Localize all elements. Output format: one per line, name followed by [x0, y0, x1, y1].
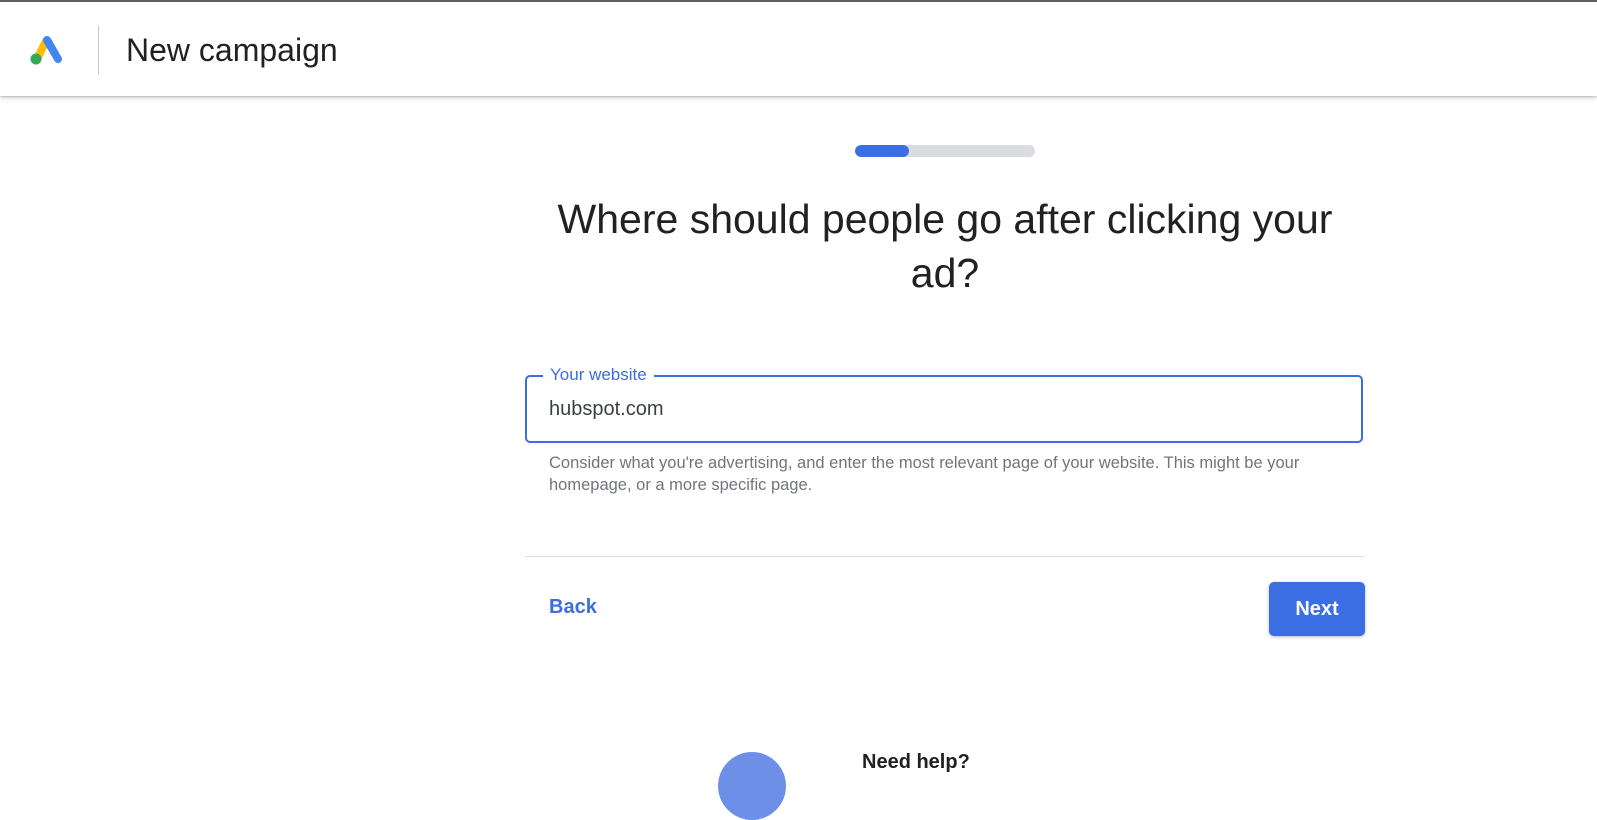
need-help-label[interactable]: Need help?	[862, 748, 970, 776]
back-button[interactable]: Back	[549, 593, 597, 621]
step-question: Where should people go after clicking yo…	[557, 196, 1333, 296]
app-header: New campaign	[0, 2, 1597, 96]
next-button[interactable]: Next	[1269, 582, 1365, 636]
website-helper-text: Consider what you're advertising, and en…	[549, 454, 1300, 494]
header-divider	[98, 26, 99, 74]
page-title: New campaign	[126, 32, 338, 68]
website-input[interactable]	[549, 391, 1329, 427]
help-avatar	[718, 752, 786, 820]
section-divider	[525, 556, 1365, 557]
progress-bar-fill	[855, 145, 909, 157]
website-field[interactable]: Your website	[525, 364, 1363, 443]
google-ads-logo-icon[interactable]	[28, 32, 66, 66]
website-field-label: Your website	[543, 364, 654, 386]
progress-bar	[855, 145, 1035, 157]
